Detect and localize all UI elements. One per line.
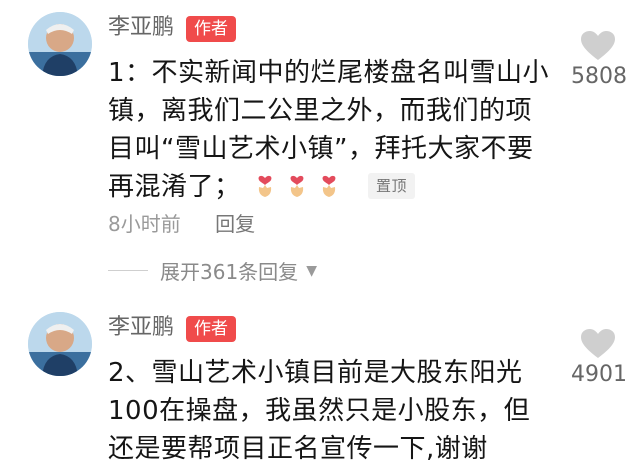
heart-icon[interactable] bbox=[580, 328, 616, 360]
author-name[interactable]: 李亚鹏 bbox=[108, 14, 174, 42]
reaction-emojis bbox=[249, 172, 345, 210]
comment-item: 李亚鹏 作者 2、雪山艺术小镇目前是大股东阳光100在操盘，我虽然只是小股东，但… bbox=[0, 300, 640, 464]
author-badge: 作者 bbox=[186, 316, 236, 342]
like-count: 4901 bbox=[571, 362, 627, 387]
avatar[interactable] bbox=[28, 312, 92, 376]
expand-replies-label[interactable]: 展开361条回复 bbox=[160, 256, 298, 285]
comment-item: 李亚鹏 作者 1：不实新闻中的烂尾楼盘名叫雪山小镇，离我们二公里之外，而我们的项… bbox=[0, 0, 640, 284]
author-name[interactable]: 李亚鹏 bbox=[108, 314, 174, 342]
divider-line bbox=[108, 270, 148, 271]
expand-replies[interactable]: 展开361条回复 ▼ bbox=[108, 256, 317, 285]
finger-heart-icon bbox=[322, 175, 336, 197]
pinned-badge: 置顶 bbox=[368, 173, 416, 199]
avatar[interactable] bbox=[28, 12, 92, 76]
heart-icon[interactable] bbox=[580, 30, 616, 62]
comment-text-content: 2、雪山艺术小镇目前是大股东阳光100在操盘，我虽然只是小股东，但还是要帮项目正… bbox=[108, 358, 531, 464]
author-badge: 作者 bbox=[186, 16, 236, 42]
reply-button[interactable]: 回复 bbox=[215, 212, 255, 236]
finger-heart-icon bbox=[258, 175, 272, 197]
timestamp: 8小时前 bbox=[108, 212, 181, 236]
triangle-down-icon: ▼ bbox=[306, 262, 317, 279]
comment-meta: 8小时前 回复 bbox=[108, 208, 255, 237]
finger-heart-icon bbox=[290, 175, 304, 197]
like-count: 5808 bbox=[571, 64, 627, 89]
comment-text: 2、雪山艺术小镇目前是大股东阳光100在操盘，我虽然只是小股东，但还是要帮项目正… bbox=[108, 354, 550, 468]
comment-text: 1：不实新闻中的烂尾楼盘名叫雪山小镇，离我们二公里之外，而我们的项目叫“雪山艺术… bbox=[108, 54, 550, 210]
